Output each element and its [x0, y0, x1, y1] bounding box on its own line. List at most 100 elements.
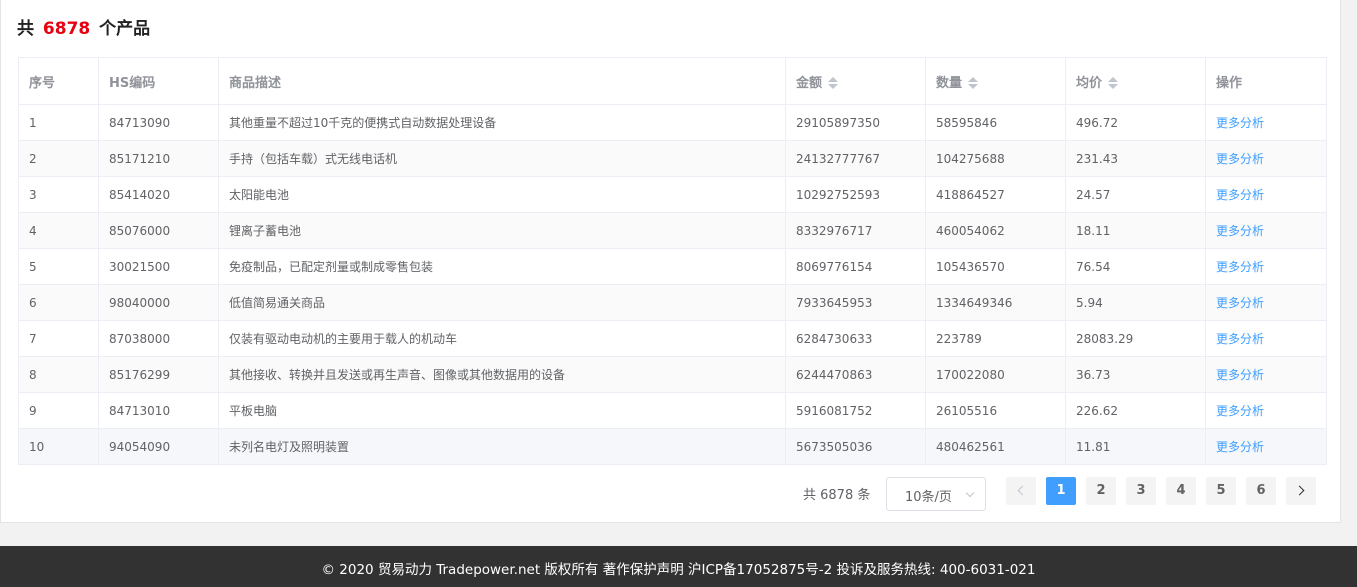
cell-quantity: 418864527	[925, 176, 1066, 213]
cell-avg-price: 231.43	[1065, 140, 1206, 177]
table-row: 3 85414020 太阳能电池 10292752593 418864527 24.57 更…	[18, 176, 1327, 213]
table-row: 4 85076000 锂离子蓄电池 8332976717 460054062 18.11 更…	[18, 212, 1327, 249]
table-row: 1 84713090 其他重量不超过10千克的便携式自动数据处理设备 29105897…	[18, 104, 1327, 141]
chevron-left-icon	[1017, 485, 1028, 496]
table-row: 2 85171210 手持（包括车载）式无线电话机 24132777767 104275…	[18, 140, 1327, 177]
cell-hs-code: 30021500	[98, 248, 219, 285]
cell-index: 2	[18, 140, 99, 177]
col-header-hs-code: HS编码	[98, 57, 219, 105]
cell-action: 更多分析	[1205, 428, 1327, 465]
cell-description: 未列名电灯及照明装置	[218, 428, 786, 465]
cell-action: 更多分析	[1205, 320, 1327, 357]
more-analysis-link[interactable]: 更多分析	[1216, 296, 1264, 310]
page-size-select[interactable]: 10条/页	[886, 477, 986, 511]
site-footer: © 2020 贸易动力 Tradepower.net 版权所有 著作保护声明 沪…	[0, 546, 1357, 587]
cell-index: 4	[18, 212, 99, 249]
sort-icon[interactable]	[828, 77, 839, 89]
cell-action: 更多分析	[1205, 284, 1327, 321]
cell-avg-price: 5.94	[1065, 284, 1206, 321]
more-analysis-link[interactable]: 更多分析	[1216, 404, 1264, 418]
more-analysis-link[interactable]: 更多分析	[1216, 260, 1264, 274]
page-button-5[interactable]: 5	[1206, 477, 1236, 505]
col-header-avg-price-label: 均价	[1076, 75, 1103, 91]
cell-index: 5	[18, 248, 99, 285]
page-button-2[interactable]: 2	[1086, 477, 1116, 505]
cell-quantity: 105436570	[925, 248, 1066, 285]
cell-index: 9	[18, 392, 99, 429]
more-analysis-link[interactable]: 更多分析	[1216, 224, 1264, 238]
cell-amount: 6284730633	[785, 320, 926, 357]
cell-action: 更多分析	[1205, 392, 1327, 429]
cell-index: 8	[18, 356, 99, 393]
cell-amount: 5673505036	[785, 428, 926, 465]
table-row: 10 94054090 未列名电灯及照明装置 5673505036 480462561 1…	[18, 428, 1327, 465]
more-analysis-link[interactable]: 更多分析	[1216, 188, 1264, 202]
cell-hs-code: 85176299	[98, 356, 219, 393]
page-button-6[interactable]: 6	[1246, 477, 1276, 505]
heading-prefix: 共	[17, 19, 34, 39]
col-header-amount-label: 金额	[796, 75, 823, 91]
col-header-amount[interactable]: 金额	[785, 57, 926, 105]
col-header-avg-price[interactable]: 均价	[1065, 57, 1206, 105]
cell-action: 更多分析	[1205, 356, 1327, 393]
col-header-index: 序号	[18, 57, 99, 105]
cell-avg-price: 18.11	[1065, 212, 1206, 249]
table-row: 5 30021500 免疫制品，已配定剂量或制成零售包装 8069776154 1054…	[18, 248, 1327, 285]
sort-icon[interactable]	[968, 77, 979, 89]
more-analysis-link[interactable]: 更多分析	[1216, 440, 1264, 454]
prev-page-button[interactable]	[1006, 477, 1036, 505]
cell-avg-price: 11.81	[1065, 428, 1206, 465]
cell-description: 仅装有驱动电动机的主要用于载人的机动车	[218, 320, 786, 357]
cell-hs-code: 85414020	[98, 176, 219, 213]
cell-avg-price: 28083.29	[1065, 320, 1206, 357]
cell-avg-price: 36.73	[1065, 356, 1206, 393]
cell-amount: 10292752593	[785, 176, 926, 213]
cell-amount: 5916081752	[785, 392, 926, 429]
cell-avg-price: 76.54	[1065, 248, 1206, 285]
table-row: 8 85176299 其他接收、转换并且发送或再生声音、图像或其他数据用的设备 624…	[18, 356, 1327, 393]
cell-quantity: 480462561	[925, 428, 1066, 465]
next-page-button[interactable]	[1286, 477, 1316, 505]
pagination-total: 共 6878 条	[803, 488, 871, 503]
more-analysis-link[interactable]: 更多分析	[1216, 152, 1264, 166]
page-button-4[interactable]: 4	[1166, 477, 1196, 505]
cell-hs-code: 85076000	[98, 212, 219, 249]
table-row: 7 87038000 仅装有驱动电动机的主要用于载人的机动车 6284730633 22…	[18, 320, 1327, 357]
cell-action: 更多分析	[1205, 140, 1327, 177]
cell-amount: 7933645953	[785, 284, 926, 321]
cell-hs-code: 84713090	[98, 104, 219, 141]
cell-amount: 8069776154	[785, 248, 926, 285]
col-header-quantity[interactable]: 数量	[925, 57, 1066, 105]
more-analysis-link[interactable]: 更多分析	[1216, 332, 1264, 346]
sort-icon[interactable]	[1108, 77, 1119, 89]
cell-quantity: 58595846	[925, 104, 1066, 141]
more-analysis-link[interactable]: 更多分析	[1216, 116, 1264, 130]
page-size-value: 10条/页	[905, 490, 952, 505]
cell-action: 更多分析	[1205, 104, 1327, 141]
heading-suffix: 个产品	[99, 19, 151, 39]
page-button-1[interactable]: 1	[1046, 477, 1076, 505]
cell-amount: 24132777767	[785, 140, 926, 177]
result-count: 6878	[42, 19, 91, 39]
col-header-description: 商品描述	[218, 57, 786, 105]
cell-description: 其他重量不超过10千克的便携式自动数据处理设备	[218, 104, 786, 141]
cell-quantity: 26105516	[925, 392, 1066, 429]
page-button-3[interactable]: 3	[1126, 477, 1156, 505]
cell-hs-code: 98040000	[98, 284, 219, 321]
cell-amount: 29105897350	[785, 104, 926, 141]
cell-quantity: 104275688	[925, 140, 1066, 177]
pagination: 共 6878 条 10条/页 1 2 3 4 5 6	[1, 477, 1342, 511]
cell-action: 更多分析	[1205, 212, 1327, 249]
more-analysis-link[interactable]: 更多分析	[1216, 368, 1264, 382]
cell-hs-code: 85171210	[98, 140, 219, 177]
cell-index: 10	[18, 428, 99, 465]
cell-avg-price: 496.72	[1065, 104, 1206, 141]
cell-hs-code: 84713010	[98, 392, 219, 429]
table-header-row: 序号 HS编码 商品描述 金额 数量 均价 操作	[18, 57, 1327, 105]
cell-quantity: 223789	[925, 320, 1066, 357]
cell-hs-code: 87038000	[98, 320, 219, 357]
col-header-action: 操作	[1205, 57, 1327, 105]
col-header-quantity-label: 数量	[936, 75, 963, 91]
cell-quantity: 1334649346	[925, 284, 1066, 321]
cell-description: 手持（包括车载）式无线电话机	[218, 140, 786, 177]
